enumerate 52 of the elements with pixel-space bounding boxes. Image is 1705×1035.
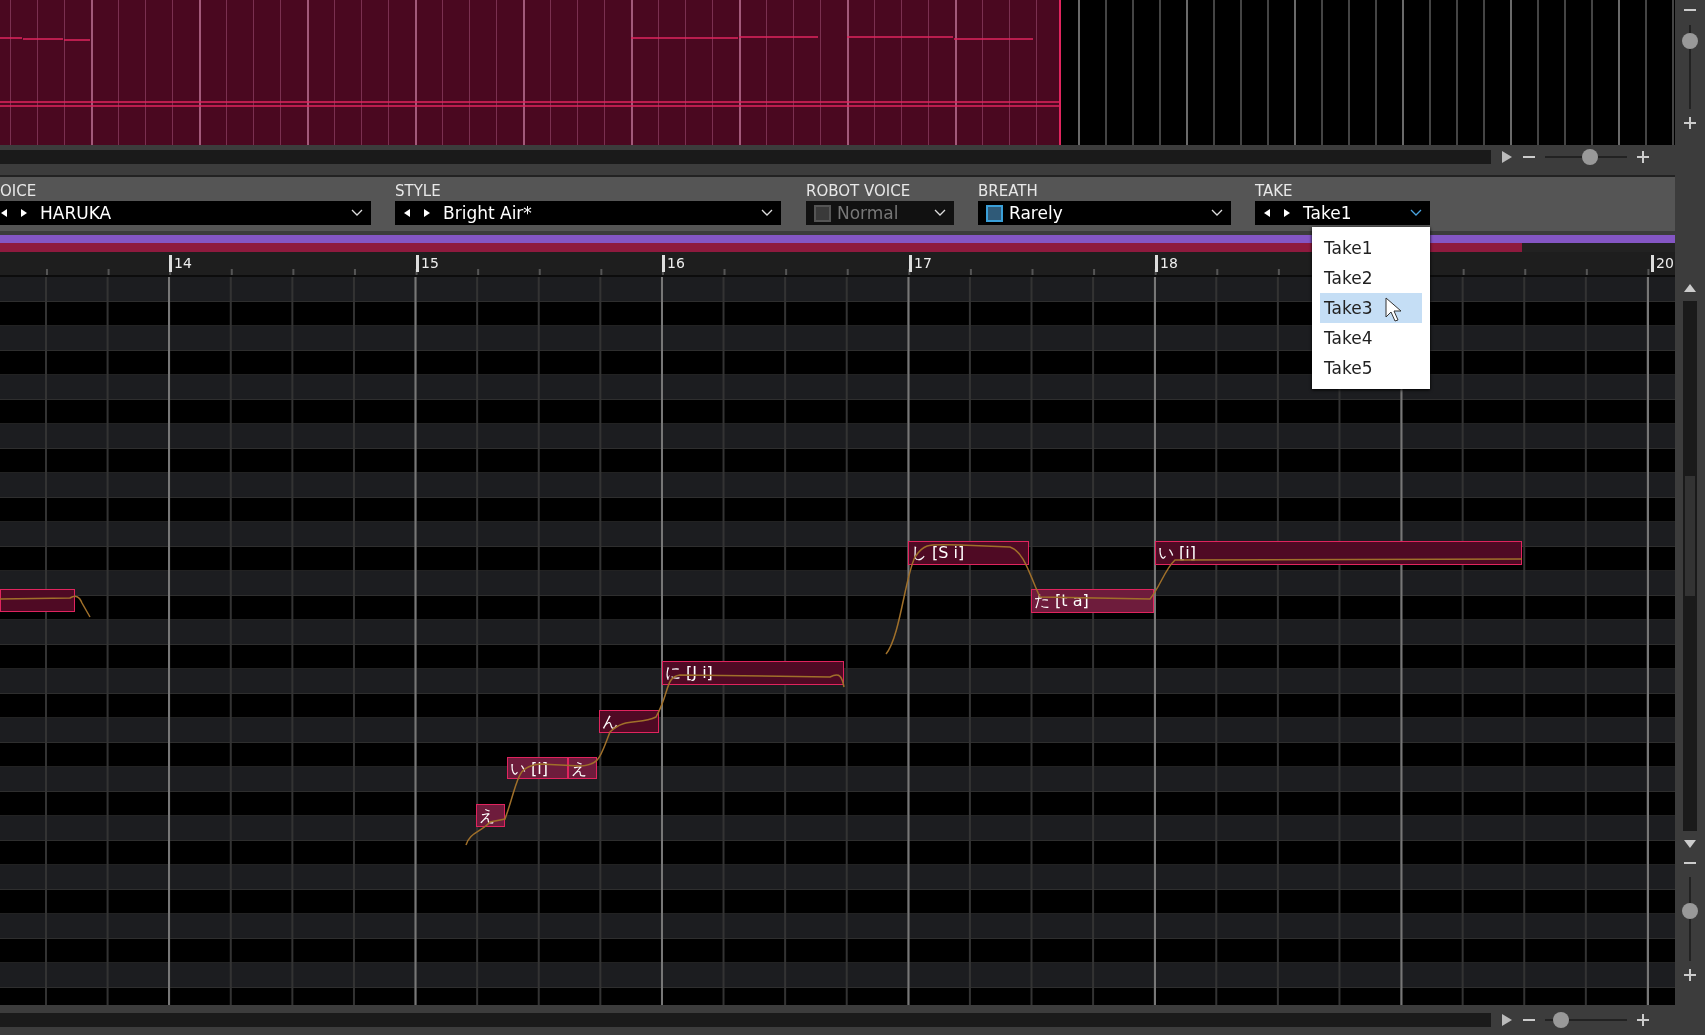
note-block[interactable]: え xyxy=(476,804,505,828)
scroll-up-icon[interactable] xyxy=(1683,283,1697,293)
note-block[interactable] xyxy=(0,589,75,613)
field-label: ROBOT VOICE xyxy=(806,182,912,201)
measure-number: 15 xyxy=(416,255,439,273)
field-label: BREATH xyxy=(978,182,1039,201)
horizontal-scrollbar[interactable] xyxy=(0,1013,1491,1028)
toggle-checkbox[interactable] xyxy=(986,205,1003,222)
note-block[interactable]: し [S i] xyxy=(908,541,1029,566)
previous-icon[interactable] xyxy=(0,208,8,219)
previous-icon[interactable] xyxy=(1263,208,1271,219)
measure-number: 20 xyxy=(1651,255,1674,273)
horizontal-scrollbar[interactable] xyxy=(0,149,1491,164)
note-block[interactable]: ん xyxy=(599,710,659,734)
note-block[interactable]: え xyxy=(568,757,597,780)
menu-item[interactable]: Take2 xyxy=(1320,263,1422,294)
plus-icon[interactable] xyxy=(1684,969,1696,981)
measure-number: 18 xyxy=(1155,255,1178,273)
menu-item[interactable]: Take5 xyxy=(1320,353,1422,384)
next-icon[interactable] xyxy=(423,208,431,219)
select-dropdown[interactable]: Take1 xyxy=(1255,201,1430,226)
select-dropdown[interactable]: Rarely xyxy=(978,201,1231,226)
select-dropdown[interactable]: Normal xyxy=(806,201,954,226)
menu-item[interactable]: Take1 xyxy=(1320,233,1422,264)
play-icon[interactable] xyxy=(1501,1013,1513,1028)
note-block[interactable]: い [i] xyxy=(507,757,568,780)
mouse-pointer-icon xyxy=(1385,297,1403,324)
scroll-down-icon[interactable] xyxy=(1683,839,1697,849)
previous-icon[interactable] xyxy=(403,208,411,219)
next-icon[interactable] xyxy=(20,208,28,219)
field-label: STYLE xyxy=(395,182,442,201)
play-icon[interactable] xyxy=(1501,149,1513,164)
chevron-down-icon xyxy=(761,209,773,218)
chevron-down-icon xyxy=(1211,209,1223,218)
next-icon[interactable] xyxy=(1283,208,1291,219)
plus-icon[interactable] xyxy=(1684,117,1696,129)
chevron-down-icon xyxy=(351,209,363,218)
menu-item[interactable]: Take3 xyxy=(1320,293,1422,324)
measure-number: 17 xyxy=(909,255,932,273)
select-dropdown[interactable]: Bright Air* xyxy=(395,201,781,226)
plus-icon[interactable] xyxy=(1637,1014,1649,1027)
chevron-down-icon xyxy=(934,209,946,218)
menu-item[interactable]: Take4 xyxy=(1320,323,1422,354)
select-dropdown[interactable]: HARUKA xyxy=(0,201,371,226)
measure-number: 16 xyxy=(662,255,685,273)
vertical-scrollbar[interactable] xyxy=(1683,301,1697,831)
note-block[interactable]: い [i] xyxy=(1155,541,1522,566)
field-label: OICE xyxy=(0,182,38,201)
field-label: TAKE xyxy=(1255,182,1294,201)
toggle-checkbox[interactable] xyxy=(814,205,831,222)
measure-number: 14 xyxy=(169,255,192,273)
plus-icon[interactable] xyxy=(1637,150,1649,163)
